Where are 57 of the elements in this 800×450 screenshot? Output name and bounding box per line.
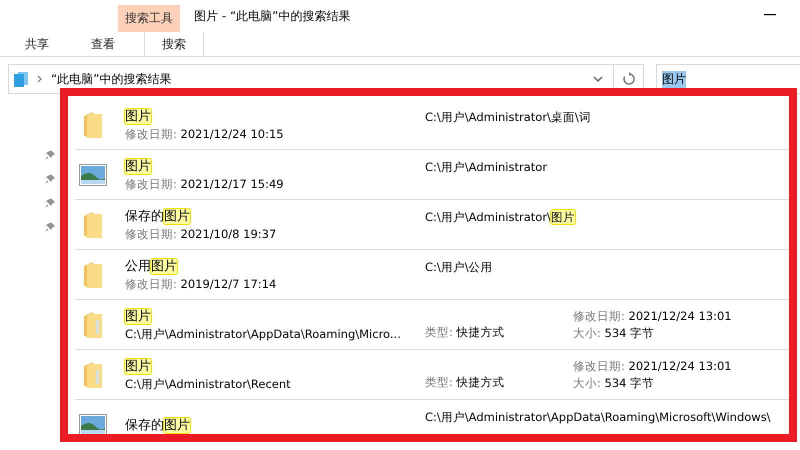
landscape-image-icon xyxy=(79,414,107,434)
meta-label: 大小: xyxy=(573,376,601,390)
result-name[interactable]: 图片 xyxy=(125,307,425,325)
pin-icon[interactable] xyxy=(45,150,55,160)
folder-icon xyxy=(82,110,104,140)
folder-icon xyxy=(82,210,104,240)
meta-value: 534 字节 xyxy=(604,326,654,340)
folder-icon xyxy=(82,260,104,290)
result-path: C:\用户\公用 xyxy=(425,259,493,276)
ribbon-tab[interactable]: 搜索 xyxy=(144,32,204,56)
pin-icon[interactable] xyxy=(45,198,55,208)
meta-label: 修改日期: xyxy=(125,127,177,141)
meta-label: 修改日期: xyxy=(125,277,177,291)
address-path: “此电脑”中的搜索结果 xyxy=(51,70,172,88)
pin-icon[interactable] xyxy=(45,222,55,232)
meta-label: 修改日期: xyxy=(125,177,177,191)
meta-value: 2021/12/24 10:15 xyxy=(180,127,284,141)
minimize-icon[interactable] xyxy=(764,14,776,16)
result-location: C:\用户\Administrator\AppData\Roaming\Micro... xyxy=(125,327,402,342)
chevron-right-icon xyxy=(37,75,43,83)
result-name[interactable]: 图片 xyxy=(125,107,425,125)
result-name[interactable]: 图片 xyxy=(125,357,425,375)
folder-icon xyxy=(82,310,104,340)
ribbon-tab[interactable]: 共享 xyxy=(10,32,64,56)
result-name[interactable]: 图片 xyxy=(125,157,425,175)
result-path: C:\用户\Administrator\AppData\Roaming\Microsoft\Windows\ xyxy=(425,409,771,426)
meta-value: 534 字节 xyxy=(604,376,654,390)
meta-value: 2021/12/17 15:49 xyxy=(180,177,284,191)
meta-label: 修改日期: xyxy=(573,358,625,372)
refresh-icon xyxy=(622,72,636,86)
result-path: C:\用户\Administrator xyxy=(425,159,548,176)
computer-icon xyxy=(13,71,29,87)
ribbon-tab[interactable]: 查看 xyxy=(76,32,130,56)
meta-value: 2021/10/8 19:37 xyxy=(180,227,276,241)
pin-icon[interactable] xyxy=(45,174,55,184)
result-name[interactable]: 保存的图片 xyxy=(125,207,425,225)
meta-label: 修改日期: xyxy=(125,227,177,241)
landscape-image-icon xyxy=(79,164,107,186)
meta-value: 2019/12/7 17:14 xyxy=(180,277,276,291)
meta-label: 大小: xyxy=(573,326,601,340)
window-title: 图片 - “此电脑”中的搜索结果 xyxy=(194,8,350,24)
search-field[interactable]: 图片 xyxy=(656,64,800,94)
meta-label: 类型: xyxy=(425,325,453,339)
folder-icon xyxy=(82,360,104,390)
meta-label: 类型: xyxy=(425,375,453,389)
meta-value: 快捷方式 xyxy=(456,375,505,389)
result-name[interactable]: 保存的图片 xyxy=(125,416,425,434)
address-bar[interactable]: “此电脑”中的搜索结果 xyxy=(8,64,614,94)
meta-value: 2021/12/24 13:01 xyxy=(628,358,732,372)
meta-value: 2021/12/24 13:01 xyxy=(628,308,732,322)
result-path: C:\用户\Administrator\桌面\词 xyxy=(425,109,591,126)
meta-label: 修改日期: xyxy=(573,308,625,322)
meta-value: 快捷方式 xyxy=(456,325,505,339)
result-name[interactable]: 公用图片 xyxy=(125,257,425,275)
context-tab-header: 搜索工具 xyxy=(118,4,180,32)
result-location: C:\用户\Administrator\Recent xyxy=(125,377,292,392)
dropdown-caret-icon[interactable] xyxy=(593,76,603,82)
